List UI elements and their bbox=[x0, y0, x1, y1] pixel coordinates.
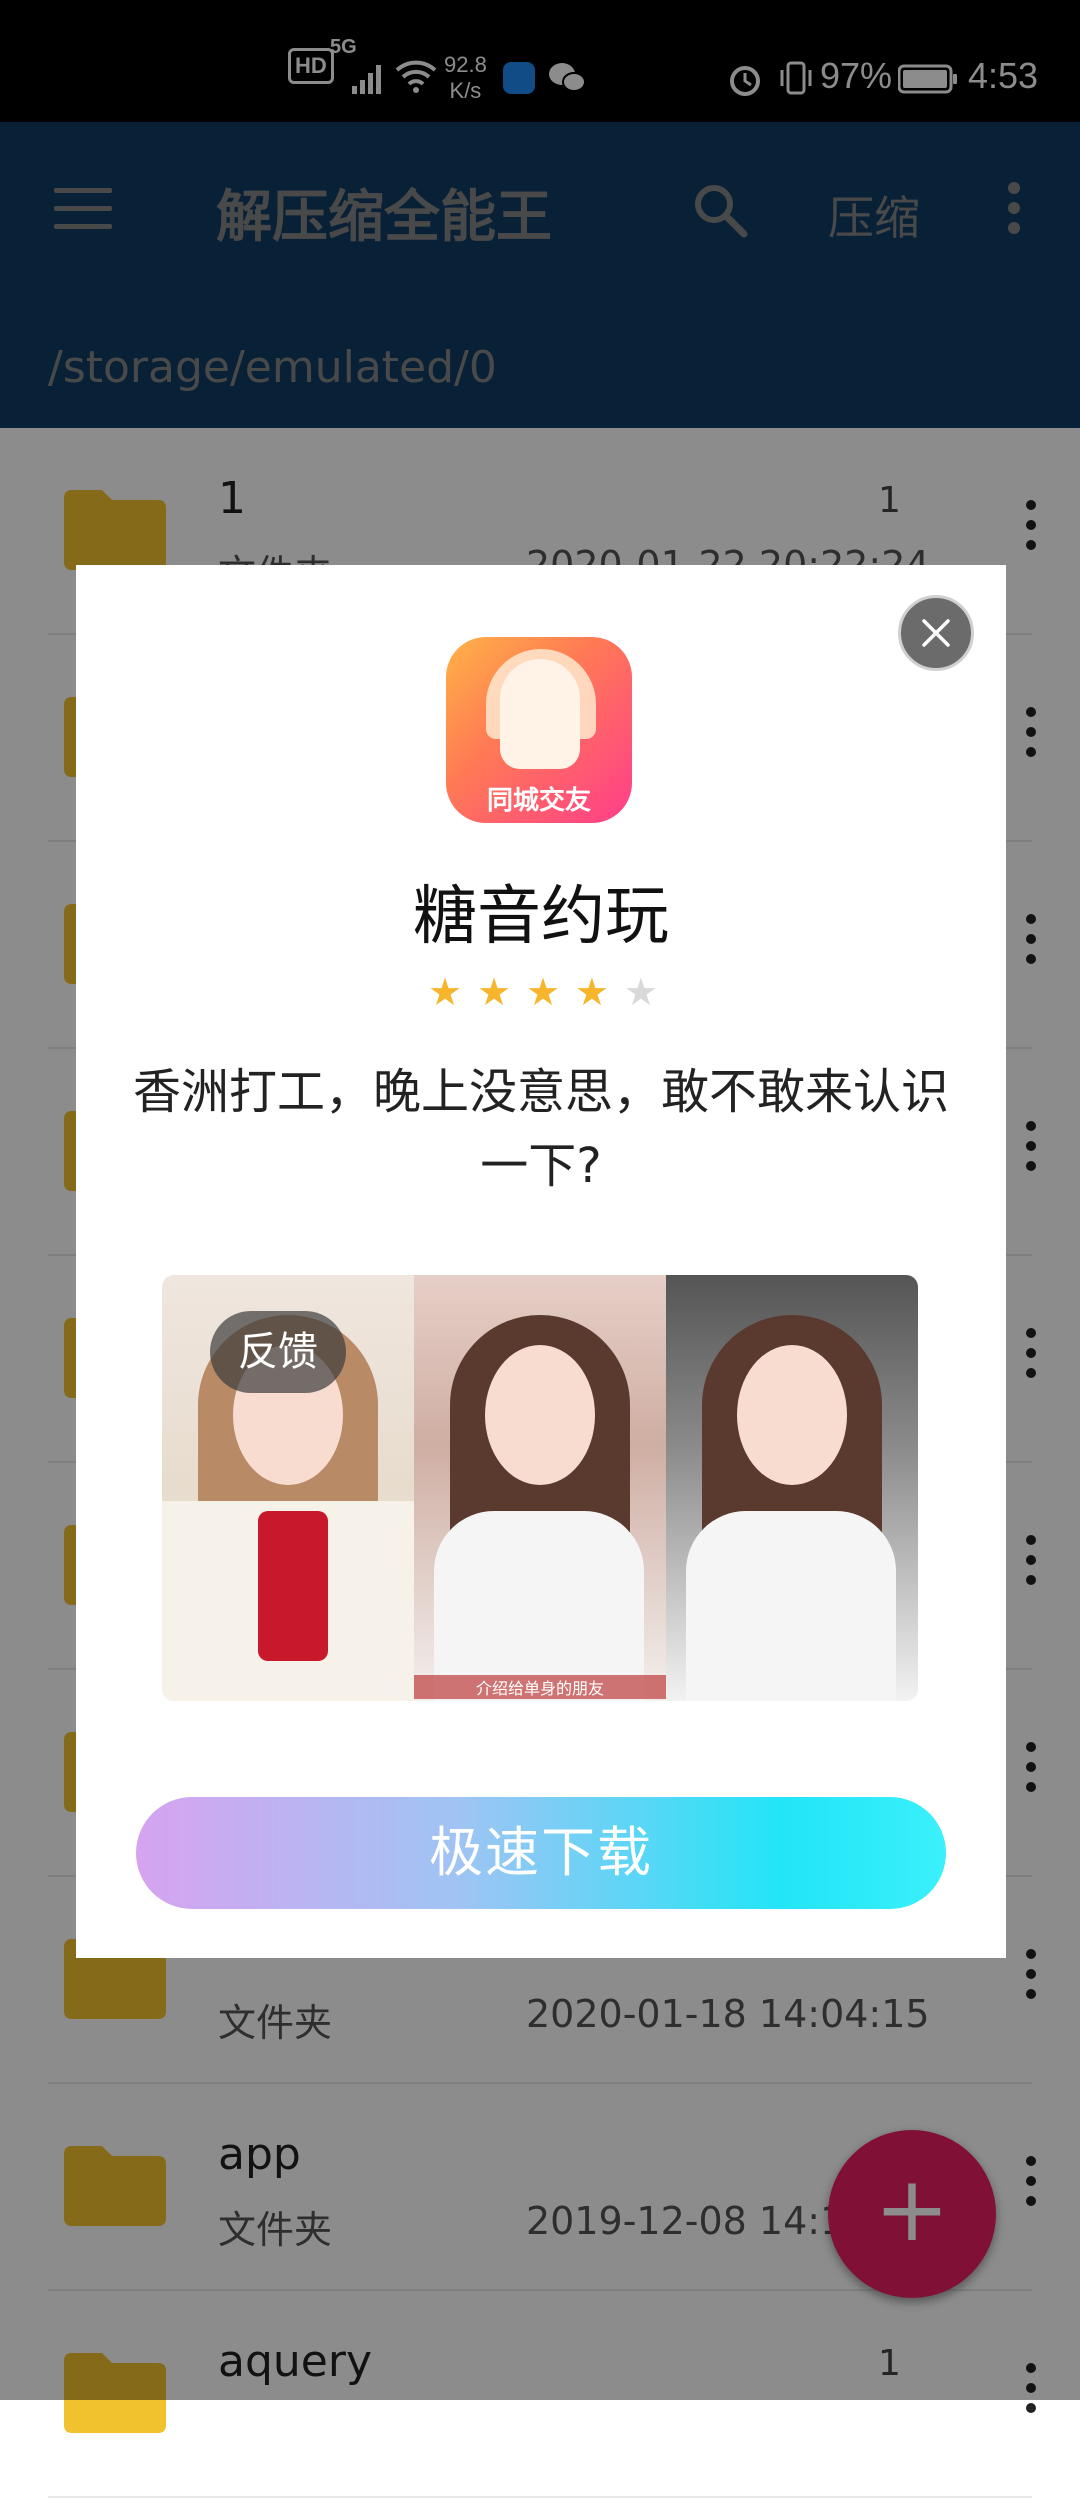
photo-face bbox=[737, 1345, 847, 1485]
star-icon: ★ bbox=[623, 970, 658, 1014]
close-icon bbox=[922, 619, 950, 647]
ad-image-gallery[interactable]: 介绍给单身的朋友 反馈 bbox=[162, 1275, 918, 1701]
ad-app-name: 糖音约玩 bbox=[413, 880, 669, 954]
feedback-button[interactable]: 反馈 bbox=[210, 1311, 346, 1393]
star-icon: ★ bbox=[428, 970, 463, 1014]
rating-stars: ★ ★ ★ ★ ★ bbox=[428, 973, 658, 1011]
ad-app-icon[interactable]: 同城交友 bbox=[446, 637, 632, 823]
ad-photo-3 bbox=[666, 1275, 918, 1701]
ad-photo-2: 介绍给单身的朋友 bbox=[414, 1275, 666, 1701]
app-icon-figure bbox=[500, 659, 580, 769]
photo-body bbox=[686, 1511, 896, 1701]
download-button[interactable]: 极速下载 bbox=[136, 1797, 946, 1909]
app-icon-label: 同城交友 bbox=[486, 786, 591, 816]
star-icon: ★ bbox=[525, 970, 561, 1014]
photo-clothing bbox=[258, 1511, 328, 1661]
photo-caption: 介绍给单身的朋友 bbox=[414, 1675, 666, 1699]
close-ad-button[interactable] bbox=[898, 595, 974, 671]
star-icon: ★ bbox=[574, 970, 609, 1014]
ad-description: 香洲打工，晚上没意思，敢不敢来认识一下? bbox=[132, 1064, 949, 1194]
photo-body bbox=[434, 1511, 644, 1701]
star-icon: ★ bbox=[476, 970, 512, 1014]
photo-face bbox=[485, 1345, 595, 1485]
ad-dialog: 同城交友 糖音约玩 ★ ★ ★ ★ ★ 香洲打工，晚上没意思，敢不敢来认识一下? 介绍给… bbox=[76, 565, 1006, 1958]
